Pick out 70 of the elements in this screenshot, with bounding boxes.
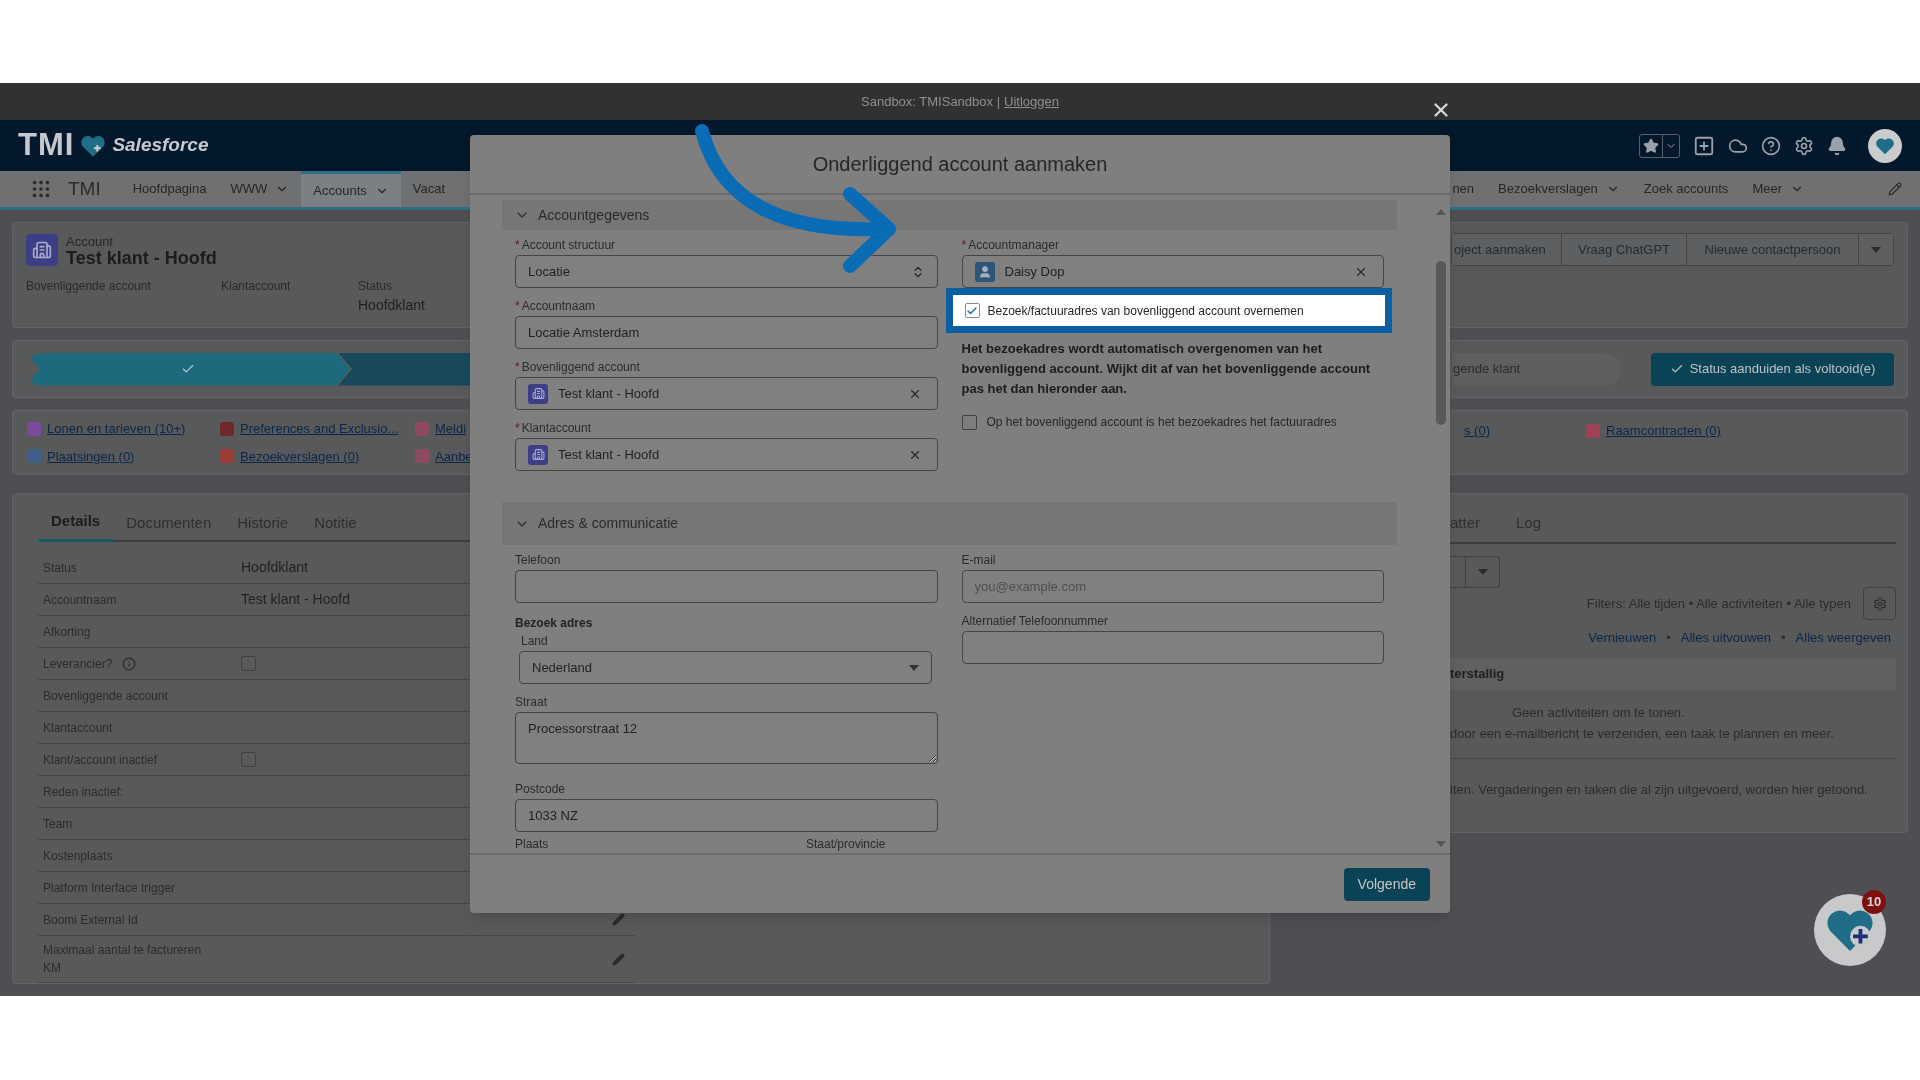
lookup-field[interactable]: Test klant - Hoofd (515, 377, 938, 410)
related-link[interactable]: Lonen en tarieven (10+) (47, 419, 186, 439)
app-name: TMI (68, 176, 101, 201)
tab[interactable]: Details (38, 504, 114, 542)
mark-complete-button[interactable]: Status aanduiden als voltooid(e) (1651, 352, 1894, 386)
field-label: Staat/provincie (806, 836, 886, 853)
related-link[interactable]: Plaatsingen (0) (47, 446, 135, 466)
textarea-field[interactable]: Processorstraat 12 (515, 712, 938, 764)
related-link[interactable]: s (0) (1464, 421, 1490, 441)
action-link[interactable]: Alles uitvouwen (1680, 628, 1772, 648)
select-field[interactable]: Locatie (515, 255, 938, 288)
info-paragraph: Het bezoekadres wordt automatisch overgenomen van het bovenliggend account. Wijkt dit af van het bovenliggende account pas het dan hieronder aan. (961, 340, 1372, 398)
field-label: Account structuur (521, 238, 616, 252)
subsection-heading: Bezoek adres (515, 615, 594, 632)
input-field[interactable]: 1033 NZ (515, 799, 938, 832)
field-label: Telefoon (515, 553, 561, 567)
next-button[interactable]: Volgende (1343, 867, 1430, 901)
field-value: Hoofdklant (358, 296, 425, 315)
nav-tab[interactable]: WWW (218, 171, 302, 207)
section-header[interactable]: Accountgegevens (502, 200, 1397, 230)
required-marker: * (515, 421, 520, 435)
section-header[interactable]: terstallig (1450, 657, 1896, 690)
required-marker: * (961, 238, 967, 252)
nav-tab[interactable]: Accounts (301, 171, 401, 207)
sandbox-text: Sandbox: TMISandbox | (861, 92, 1001, 111)
required-marker: * (515, 299, 520, 313)
highlighted-option[interactable]: Bezoek/factuuradres van bovenliggend account overnemen (945, 288, 1392, 333)
lookup-field[interactable]: Test klant - Hoofd (515, 438, 938, 471)
lookup-field[interactable]: Daisy Dop (961, 255, 1384, 288)
related-link[interactable]: Preferences and Exclusio... (240, 419, 399, 439)
action-button[interactable]: oject aanmaken (1452, 234, 1562, 265)
field-label: Plaats (515, 836, 550, 853)
nav-tab[interactable]: Meer (1740, 171, 1816, 207)
section-header[interactable]: Adres & communicatie (502, 502, 1397, 545)
field-label: Accountmanager (968, 238, 1059, 252)
logo-brand: Salesforce (112, 133, 209, 158)
logo-text: TMI (18, 126, 75, 165)
nav-tab[interactable]: Vacat (400, 171, 458, 207)
related-link[interactable]: Aanbe (435, 446, 473, 466)
related-link[interactable]: Raamcontracten (0) (1606, 421, 1721, 441)
separator: • (1781, 629, 1786, 647)
nav-tab[interactable]: Zoek accounts (1631, 171, 1741, 207)
nav-tab[interactable]: Hoofdpagina (120, 171, 219, 207)
record-title: Test klant - Hoofd (66, 250, 217, 267)
field-value: Hoofdklant (241, 558, 308, 577)
action-link[interactable]: Vernieuwen (1588, 628, 1657, 648)
input-field[interactable]: Locatie Amsterdam (515, 316, 938, 349)
action-link[interactable]: Alles weergeven (1795, 628, 1891, 648)
field-label: Land (521, 634, 548, 648)
logout-link[interactable]: Uitloggen (1004, 91, 1059, 112)
modal-title: Onderliggend account aanmaken (812, 152, 1108, 177)
related-link[interactable]: Bezoekverslagen (0) (240, 446, 360, 466)
required-marker: * (515, 360, 520, 374)
nav-tab[interactable]: Bezoekverslagen (1486, 171, 1632, 207)
field-label: Accountnaam (521, 299, 596, 313)
field-label: Postcode (515, 782, 566, 796)
required-marker: * (515, 238, 520, 252)
separator: • (1666, 629, 1671, 647)
field-label: Alternatief Telefoonnummer (961, 614, 1109, 628)
field-label: Klantaccount (521, 421, 592, 435)
field-label: E-mail (961, 553, 996, 567)
checkbox-label: Op het bovenliggend account is het bezoekadres het factuuradres (986, 414, 1337, 431)
select-field[interactable]: Nederland (519, 651, 932, 684)
related-link[interactable]: Meldi (435, 419, 467, 439)
field-label: Straat (515, 695, 547, 709)
action-button[interactable]: Vraag ChatGPT (1562, 234, 1687, 265)
field-value: Test klant - Hoofd (241, 590, 350, 609)
action-button[interactable]: Nieuwe contactpersoon (1687, 234, 1859, 265)
field-label: Bovenliggend account (521, 360, 640, 374)
checkbox-label: Bezoek/factuuradres van bovenliggend account overnemen (987, 302, 1304, 320)
